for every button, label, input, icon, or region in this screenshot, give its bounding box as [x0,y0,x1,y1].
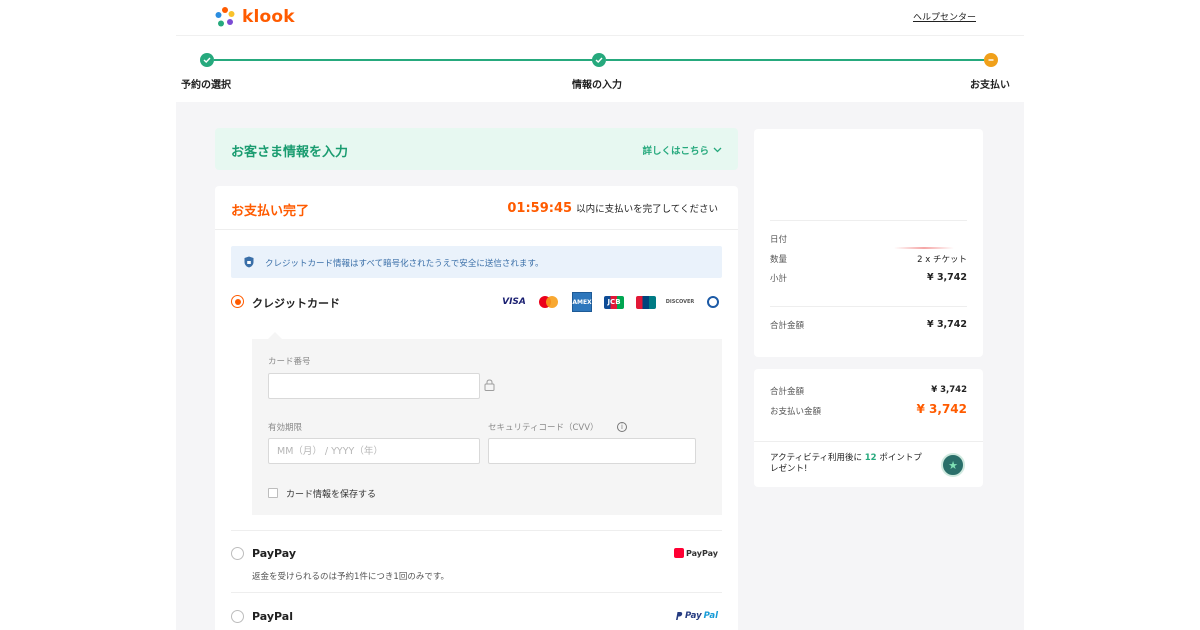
secure-note: クレジットカード情報はすべて暗号化されたうえで安全に送信されます。 [231,246,722,278]
paypal-radio[interactable] [231,610,244,623]
quantity-label: 数量 [770,255,788,265]
paypay-logo-text: PayPay [685,548,718,558]
diners-club-icon [704,293,722,311]
help-center-link[interactable]: ヘルプセンター [913,10,976,23]
amex-icon: AMEX [572,292,592,312]
star-medal-icon: ★ [941,453,965,477]
expiry-label: 有効期限 [268,423,303,433]
summary-total-value: ¥ 3,742 [927,319,967,330]
card-brand-list: VISA AMEX JCB DISCOVER [502,292,722,312]
shield-icon [244,256,254,268]
card-number-input[interactable] [268,373,480,399]
pay-amount-value: ¥ 3,742 [916,402,967,416]
expiry-input[interactable] [268,438,480,464]
credit-card-radio[interactable] [231,295,244,308]
points-value: 12 [864,453,877,463]
total-divider [754,441,983,442]
paypal-logo: Pay Pal [675,611,718,621]
checkout-content: お客さま情報を入力 詳しくはこちら お支払い完了 01:59:45 以内に支払い… [176,102,1024,630]
credit-card-form: カード番号 有効期限 セキュリティコード（CVV） i カード情報を保存する [252,339,722,515]
countdown-timer: 01:59:45 [507,201,573,216]
paypay-label[interactable]: PayPay [252,547,296,560]
step-3-current-icon [984,53,998,67]
step-2-check-icon [592,53,606,67]
klook-logo-icon [215,7,235,27]
save-card-checkbox[interactable] [268,488,278,498]
lock-icon [484,379,495,391]
total-label: 合計金額 [770,387,805,397]
secure-note-text: クレジットカード情報はすべて暗号化されたうえで安全に送信されます。 [265,259,544,269]
payment-header: お支払い完了 01:59:45 以内に支払いを完了してください [215,186,738,230]
step-label-select: 予約の選択 [181,80,231,91]
points-prefix: アクティビティ利用後に [770,453,863,463]
summary-divider [770,220,967,221]
subtotal-value: ¥ 3,742 [927,272,967,283]
cvv-input[interactable] [488,438,696,464]
step-connector [606,59,984,61]
total-value: ¥ 3,742 [931,385,967,395]
payment-timer-row: 01:59:45 以内に支払いを完了してください [507,201,718,216]
points-notice: アクティビティ利用後に 12 ポイントプレゼント! [770,453,930,475]
step-label-info: 情報の入力 [572,80,622,91]
divider [231,530,722,531]
paypay-logo: PayPay [673,548,718,558]
step-connector [214,59,598,61]
paypay-icon [673,548,684,558]
payment-title: お支払い完了 [231,204,310,219]
paypay-radio[interactable] [231,547,244,560]
payment-card: お支払い完了 01:59:45 以内に支払いを完了してください クレジットカード… [215,186,738,630]
paypal-logo-pal: Pal [703,611,718,621]
timer-suffix: 以内に支払いを完了してください [576,204,718,215]
step-1-check-icon [200,53,214,67]
save-card-label[interactable]: カード情報を保存する [286,487,376,500]
subtotal-label: 小計 [770,274,788,284]
details-link[interactable]: 詳しくはこちら [642,143,722,157]
info-icon[interactable]: i [617,422,627,432]
paypal-label[interactable]: PayPal [252,610,293,623]
quantity-value: 2 x チケット [917,255,967,265]
customer-info-title: お客さま情報を入力 [231,145,349,160]
klook-logo[interactable]: klook [214,5,295,29]
payment-total-card: 合計金額 ¥ 3,742 お支払い金額 ¥ 3,742 アクティビティ利用後に … [754,369,983,487]
order-summary: 日付 数量 2 x チケット 小計 ¥ 3,742 合計金額 ¥ 3,742 [754,129,983,357]
details-link-label: 詳しくはこちら [642,146,709,157]
checkout-steps: 予約の選択 情報の入力 お支払い [176,36,1024,102]
visa-icon: VISA [502,297,526,307]
discover-icon: DISCOVER [665,299,695,305]
paypal-logo-pay: Pay [684,611,702,621]
pay-amount-label: お支払い金額 [770,407,822,417]
top-header: klook ヘルプセンター [176,0,1024,36]
chevron-down-icon [713,147,722,153]
divider [231,592,722,593]
unionpay-icon [636,295,656,309]
credit-card-label[interactable]: クレジットカード [252,295,340,311]
cvv-label: セキュリティコード（CVV） [488,423,599,433]
paypay-note: 返金を受けられるのは予約1件につき1回のみです。 [252,572,449,582]
mastercard-icon [538,293,560,311]
summary-divider [770,306,967,307]
redaction-mark [894,247,954,249]
brand-name: klook [242,7,295,27]
step-label-payment: お支払い [970,80,1010,91]
summary-total-label: 合計金額 [770,321,805,331]
customer-info-banner[interactable]: お客さま情報を入力 詳しくはこちら [215,128,738,170]
date-label: 日付 [770,235,788,245]
paypal-icon [675,612,683,620]
checkout-page: klook ヘルプセンター 予約の選択 情報の入力 お支払い お客さま情報を入力… [0,0,1200,630]
card-number-label: カード番号 [268,357,311,367]
jcb-icon: JCB [604,295,624,309]
